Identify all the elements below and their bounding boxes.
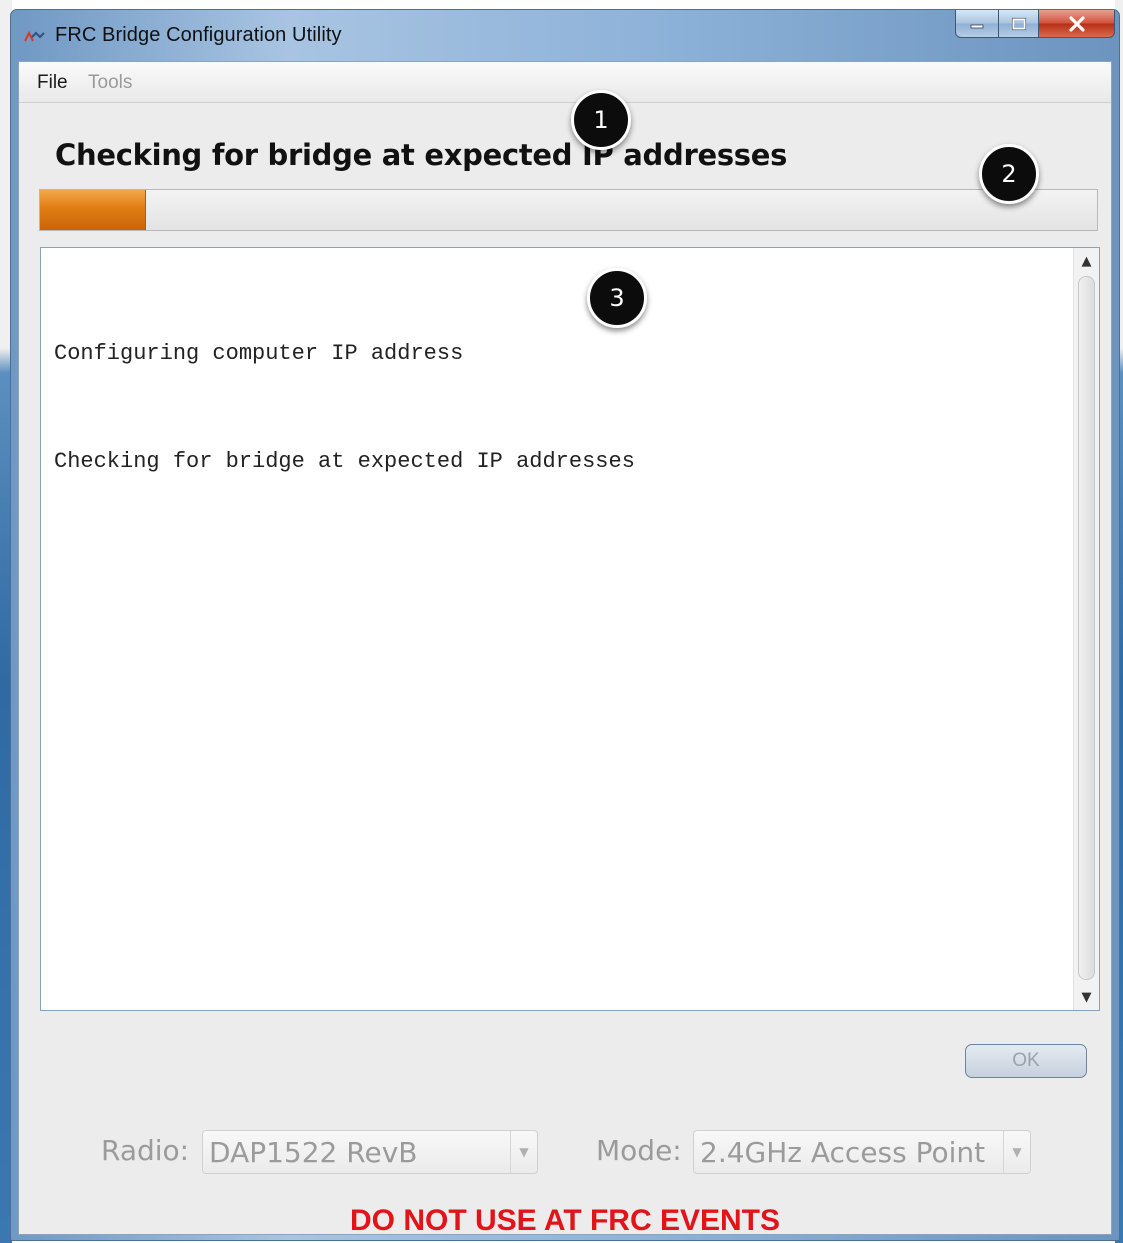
app-window: FRC Bridge Configuration Utility File To…: [10, 9, 1120, 1241]
caption-buttons: [955, 10, 1115, 40]
menu-bar: File Tools: [19, 62, 1111, 103]
title-bar[interactable]: FRC Bridge Configuration Utility: [11, 10, 1119, 62]
callout-marker-1: 1: [571, 90, 631, 150]
arrow-down-icon: ▼: [1081, 989, 1092, 1005]
maximize-button[interactable]: [999, 10, 1039, 38]
window-client-area: File Tools Checking for bridge at expect…: [18, 61, 1112, 1237]
mode-select-value: 2.4GHz Access Point: [700, 1136, 986, 1169]
log-line: Configuring computer IP address: [54, 341, 464, 366]
frc-logo-icon: [24, 30, 45, 42]
log-line: Checking for bridge at expected IP addre…: [54, 449, 635, 474]
radio-select[interactable]: DAP1522 RevB ▼: [202, 1130, 538, 1174]
radio-select-value: DAP1522 RevB: [209, 1136, 418, 1169]
minimize-icon: [970, 24, 984, 28]
scroll-up-button[interactable]: ▲: [1074, 248, 1099, 274]
menu-file[interactable]: File: [37, 72, 68, 94]
ok-button[interactable]: OK: [965, 1044, 1087, 1078]
log-lines: Configuring computer IP address Checking…: [54, 264, 635, 552]
chevron-down-icon: ▼: [510, 1131, 537, 1173]
scrollbar-thumb[interactable]: [1078, 276, 1095, 980]
radio-label: Radio:: [101, 1134, 190, 1167]
callout-marker-2: 2: [979, 144, 1039, 204]
menu-tools[interactable]: Tools: [88, 72, 132, 94]
window-title: FRC Bridge Configuration Utility: [55, 24, 342, 46]
mode-label: Mode:: [596, 1134, 682, 1167]
progress-bar: [39, 189, 1098, 231]
close-icon: [1068, 15, 1085, 32]
maximize-icon: [1011, 17, 1026, 30]
progress-bar-fill: [40, 190, 146, 230]
chevron-down-icon: ▼: [1003, 1131, 1030, 1173]
scroll-down-button[interactable]: ▼: [1074, 984, 1099, 1010]
minimize-button[interactable]: [955, 10, 999, 38]
log-text-area[interactable]: Configuring computer IP address Checking…: [40, 247, 1100, 1011]
arrow-up-icon: ▲: [1081, 253, 1092, 269]
mode-select[interactable]: 2.4GHz Access Point ▼: [693, 1130, 1031, 1174]
warning-text: DO NOT USE AT FRC EVENTS: [349, 1204, 781, 1237]
close-button[interactable]: [1039, 10, 1115, 38]
status-heading: Checking for bridge at expected IP addre…: [55, 138, 788, 172]
vertical-scrollbar[interactable]: ▲ ▼: [1073, 248, 1099, 1010]
callout-marker-3: 3: [587, 268, 647, 328]
